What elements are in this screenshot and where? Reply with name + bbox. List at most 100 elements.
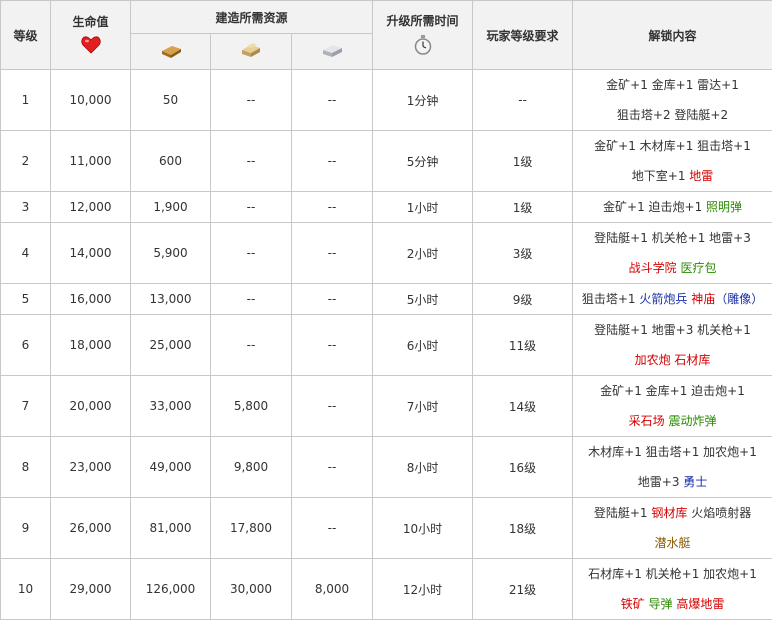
header-stone <box>290 33 374 70</box>
unlock-line: 登陆艇+1 地雷+3 机关枪+1 <box>575 315 770 345</box>
table-row: 6 18,000 25,000 -- -- 6小时 11级 登陆艇+1 地雷+3 机关枪+1 加… <box>0 314 772 376</box>
cell-unlock: 登陆艇+1 地雷+3 机关枪+1 加农炮 石材库 <box>572 314 772 376</box>
cell-stone: 8,000 <box>290 558 374 620</box>
cell-level: 8 <box>0 436 51 498</box>
unlock-item: 狙击塔+1 <box>581 292 640 306</box>
cell-level: 1 <box>0 69 51 131</box>
unlock-item: 地雷 <box>689 169 714 183</box>
unlock-item: 地下室+1 <box>631 169 690 183</box>
header-time-label: 升级所需时间 <box>386 14 459 28</box>
cell-stone: -- <box>290 191 374 223</box>
unlock-line: 战斗学院 医疗包 <box>575 253 770 283</box>
unlock-line: 木材库+1 狙击塔+1 加农炮+1 <box>575 437 770 467</box>
stopwatch-icon <box>414 35 432 58</box>
unlock-item: 潜水艇 <box>654 536 691 550</box>
unlock-item: 金矿+1 金库+1 迫击炮+1 <box>600 384 745 398</box>
unlock-item: 导弹 <box>648 597 677 611</box>
cell-level: 9 <box>0 497 51 559</box>
cell-unlock: 金矿+1 木材库+1 狙击塔+1 地下室+1 地雷 <box>572 130 772 192</box>
header-hp-label: 生命值 <box>72 15 109 29</box>
unlock-line: 登陆艇+1 钢材库 火焰喷射器 <box>575 498 770 528</box>
cell-wood: 30,000 <box>210 558 292 620</box>
cell-req: -- <box>472 69 574 131</box>
cell-time: 5分钟 <box>372 130 474 192</box>
cell-hp: 12,000 <box>50 191 131 223</box>
cell-wood: 9,800 <box>210 436 292 498</box>
unlock-item: 火焰喷射器 <box>691 506 752 520</box>
unlock-item: 震动炸弹 <box>668 414 717 428</box>
cell-gold: 33,000 <box>130 375 211 437</box>
cell-time: 12小时 <box>372 558 474 620</box>
cell-time: 2小时 <box>372 222 474 284</box>
unlock-line: 加农炮 石材库 <box>575 345 770 375</box>
cell-unlock: 石材库+1 机关枪+1 加农炮+1 铁矿 导弹 高爆地雷 <box>572 558 772 620</box>
cell-gold: 1,900 <box>130 191 211 223</box>
cell-gold: 25,000 <box>130 314 211 376</box>
unlock-line: 狙击塔+2 登陆艇+2 <box>575 100 770 130</box>
unlock-line: 登陆艇+1 机关枪+1 地雷+3 <box>575 223 770 253</box>
cell-stone: -- <box>290 375 374 437</box>
unlock-item: 狙击塔+2 登陆艇+2 <box>616 108 729 122</box>
cell-gold: 13,000 <box>130 283 211 315</box>
cell-wood: -- <box>210 222 292 284</box>
cell-wood: -- <box>210 191 292 223</box>
header-wood <box>210 33 292 70</box>
header-time: 升级所需时间 <box>372 0 474 70</box>
table-row: 8 23,000 49,000 9,800 -- 8小时 16级 木材库+1 狙击塔+1 加农… <box>0 436 772 498</box>
unlock-line: 狙击塔+1 火箭炮兵 神庙（雕像） <box>575 284 770 314</box>
unlock-line: 地下室+1 地雷 <box>575 161 770 191</box>
cell-time: 5小时 <box>372 283 474 315</box>
cell-hp: 23,000 <box>50 436 131 498</box>
cell-unlock: 金矿+1 迫击炮+1 照明弹 <box>572 191 772 223</box>
cell-time: 8小时 <box>372 436 474 498</box>
cell-gold: 81,000 <box>130 497 211 559</box>
unlock-line: 金矿+1 木材库+1 狙击塔+1 <box>575 131 770 161</box>
cell-unlock: 金矿+1 金库+1 雷达+1 狙击塔+2 登陆艇+2 <box>572 69 772 131</box>
cell-stone: -- <box>290 497 374 559</box>
cell-req: 1级 <box>472 191 574 223</box>
cell-wood: -- <box>210 69 292 131</box>
unlock-item: 加农炮 石材库 <box>634 353 711 367</box>
cell-wood: -- <box>210 283 292 315</box>
cell-req: 14级 <box>472 375 574 437</box>
cell-level: 6 <box>0 314 51 376</box>
cell-hp: 10,000 <box>50 69 131 131</box>
cell-level: 10 <box>0 558 51 620</box>
cell-stone: -- <box>290 436 374 498</box>
cell-stone: -- <box>290 130 374 192</box>
cell-time: 6小时 <box>372 314 474 376</box>
table-row: 3 12,000 1,900 -- -- 1小时 1级 金矿+1 迫击炮+1 照明弹 <box>0 191 772 223</box>
cell-gold: 600 <box>130 130 211 192</box>
unlock-item: （雕像） <box>715 292 764 306</box>
cell-time: 1分钟 <box>372 69 474 131</box>
cell-unlock: 登陆艇+1 机关枪+1 地雷+3 战斗学院 医疗包 <box>572 222 772 284</box>
cell-wood: -- <box>210 130 292 192</box>
cell-wood: -- <box>210 314 292 376</box>
table-row: 7 20,000 33,000 5,800 -- 7小时 14级 金矿+1 金库+1 迫击炮+… <box>0 375 772 437</box>
unlock-item: 高爆地雷 <box>676 597 725 611</box>
cell-level: 3 <box>0 191 51 223</box>
unlock-item: 登陆艇+1 机关枪+1 地雷+3 <box>594 231 751 245</box>
cell-stone: -- <box>290 69 374 131</box>
unlock-item: 采石场 <box>628 414 669 428</box>
cell-gold: 50 <box>130 69 211 131</box>
unlock-line: 潜水艇 <box>575 528 770 558</box>
cell-req: 1级 <box>472 130 574 192</box>
unlock-line: 采石场 震动炸弹 <box>575 406 770 436</box>
cell-unlock: 登陆艇+1 钢材库 火焰喷射器潜水艇 <box>572 497 772 559</box>
table-row: 10 29,000 126,000 30,000 8,000 12小时 21级 石材库+1 机… <box>0 558 772 620</box>
unlock-item: 医疗包 <box>680 261 717 275</box>
cell-level: 2 <box>0 130 51 192</box>
unlock-item: 勇士 <box>683 475 708 489</box>
unlock-item: 火箭炮兵 <box>639 292 692 306</box>
header-level: 等级 <box>0 0 51 70</box>
cell-unlock: 木材库+1 狙击塔+1 加农炮+1 地雷+3 勇士 <box>572 436 772 498</box>
table-row: 5 16,000 13,000 -- -- 5小时 9级 狙击塔+1 火箭炮兵 神庙（雕像） <box>0 283 772 315</box>
cell-wood: 17,800 <box>210 497 292 559</box>
unlock-item: 金矿+1 木材库+1 狙击塔+1 <box>594 139 751 153</box>
unlock-line: 石材库+1 机关枪+1 加农炮+1 <box>575 559 770 589</box>
table-row: 1 10,000 50 -- -- 1分钟 -- 金矿+1 金库+1 雷达+1 狙击塔+2 登陆… <box>0 69 772 131</box>
cell-req: 21级 <box>472 558 574 620</box>
header-gold <box>130 33 211 70</box>
wood-icon <box>239 41 263 62</box>
